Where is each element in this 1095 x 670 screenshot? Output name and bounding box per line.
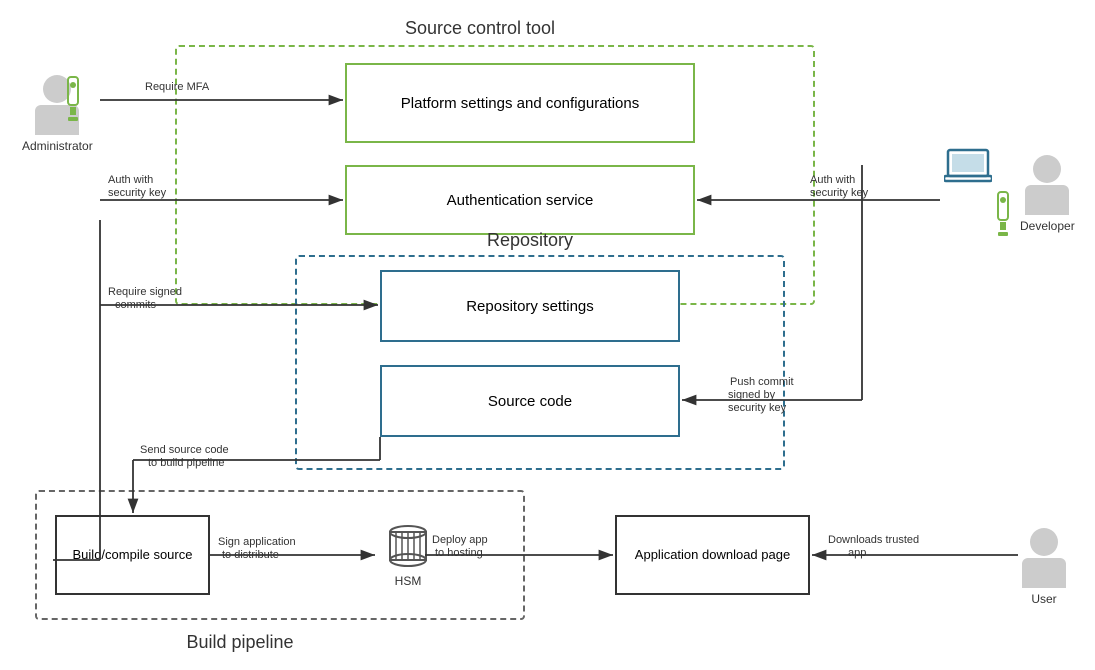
platform-settings-box: Platform settings and configurations [345, 63, 695, 143]
hsm-icon [388, 522, 428, 572]
svg-text:Require signed: Require signed [108, 286, 182, 298]
administrator-actor: Administrator [22, 75, 93, 153]
user-label: User [1031, 592, 1056, 606]
build-compile-label: Build/compile source [73, 546, 193, 564]
security-key-admin-icon [62, 75, 84, 125]
developer-body [1025, 185, 1069, 215]
svg-text:Send source code: Send source code [140, 444, 229, 456]
developer-label: Developer [1020, 219, 1075, 233]
laptop-icon [944, 148, 992, 184]
repository-label: Repository [460, 230, 600, 251]
svg-text:app: app [848, 547, 866, 559]
app-download-label: Application download page [635, 546, 790, 564]
user-head [1030, 528, 1058, 556]
auth-service-label: Authentication service [447, 190, 594, 211]
repo-settings-box: Repository settings [380, 270, 680, 342]
developer-actor: Developer [1020, 155, 1075, 233]
hsm-area: HSM [378, 510, 438, 600]
admin-label: Administrator [22, 139, 93, 153]
svg-text:Auth with: Auth with [810, 174, 855, 186]
source-code-box: Source code [380, 365, 680, 437]
svg-text:Downloads trusted: Downloads trusted [828, 534, 919, 546]
build-pipeline-label: Build pipeline [140, 632, 340, 653]
svg-text:security key: security key [810, 187, 869, 199]
source-code-label: Source code [488, 391, 572, 412]
user-actor: User [1022, 528, 1066, 606]
security-key-dev-icon [992, 190, 1014, 240]
svg-text:to build pipeline: to build pipeline [148, 457, 224, 469]
repo-settings-label: Repository settings [466, 296, 594, 317]
svg-text:security key: security key [108, 187, 167, 199]
build-compile-box: Build/compile source [55, 515, 210, 595]
developer-head [1033, 155, 1061, 183]
platform-settings-label: Platform settings and configurations [401, 93, 639, 114]
auth-service-box: Authentication service [345, 165, 695, 235]
app-download-box: Application download page [615, 515, 810, 595]
svg-text:Auth with: Auth with [108, 174, 153, 186]
source-control-tool-label: Source control tool [340, 18, 620, 39]
svg-text:commits: commits [115, 299, 156, 311]
user-body [1022, 558, 1066, 588]
hsm-label: HSM [395, 574, 422, 588]
